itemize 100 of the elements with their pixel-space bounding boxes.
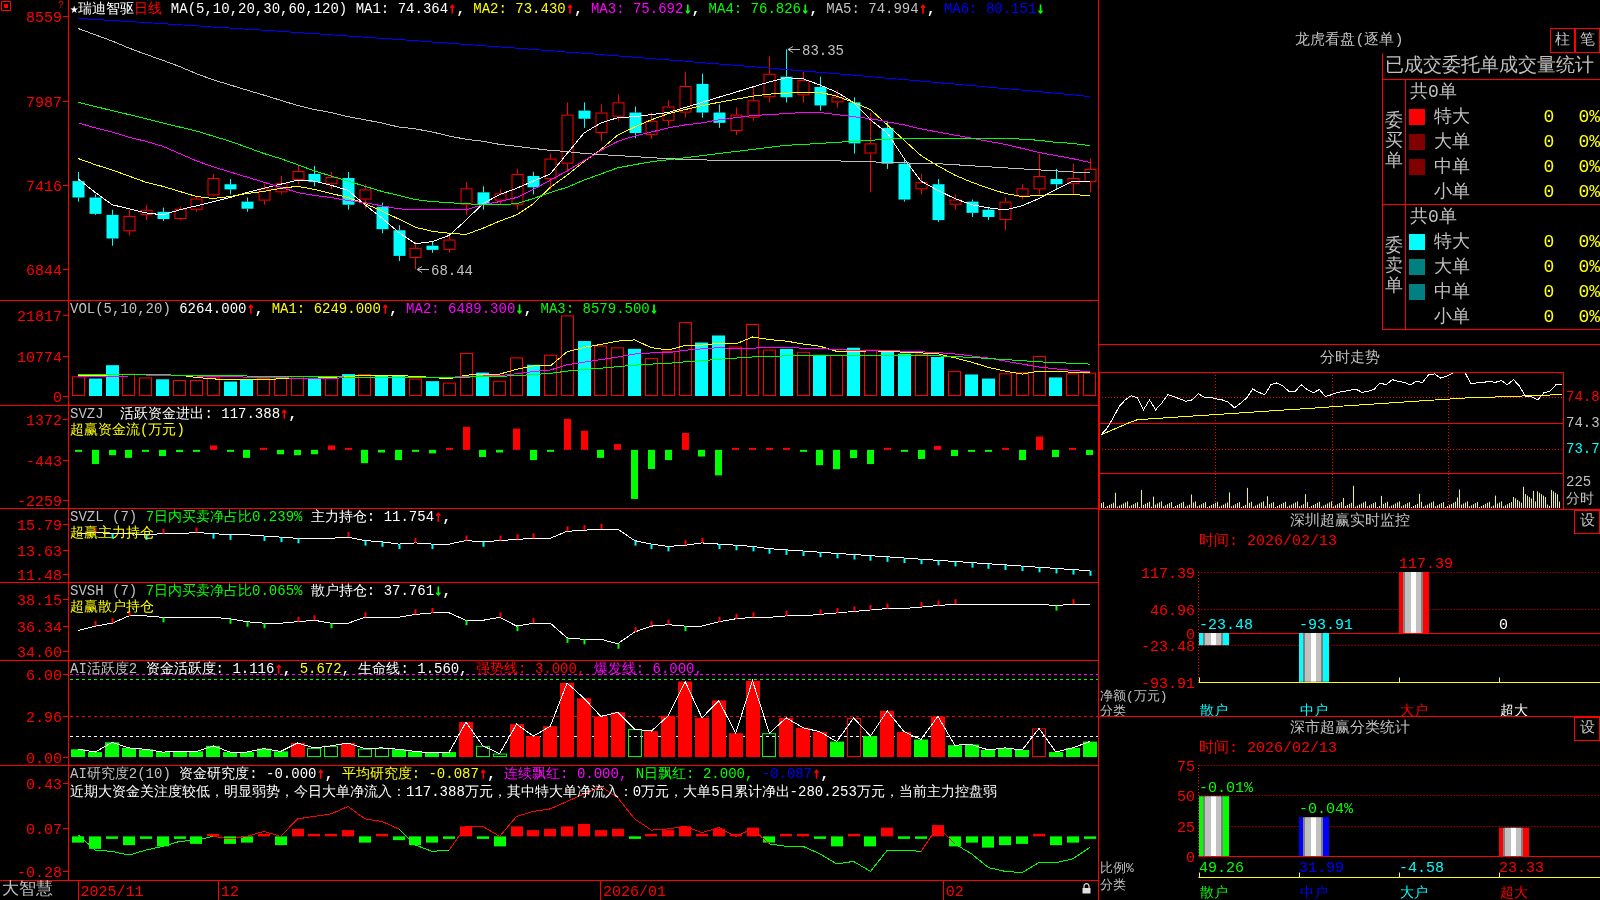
bar <box>729 346 742 396</box>
bar <box>142 449 149 452</box>
value-label: -23.48 <box>1199 617 1253 634</box>
candlestick <box>932 178 945 223</box>
bar <box>459 722 473 758</box>
bar <box>395 449 402 461</box>
axis-tick-label: 0.07 <box>26 821 62 839</box>
trend-arrow: ↑ <box>274 661 283 677</box>
bar <box>89 378 102 396</box>
mode-button[interactable]: 笔 <box>1575 28 1600 53</box>
bar <box>850 449 857 459</box>
axis-tick-label: 0 <box>53 389 62 405</box>
axis-tick-label: 10774 <box>17 349 62 367</box>
lock-icon[interactable] <box>1082 883 1091 894</box>
bar <box>106 836 118 839</box>
separator-text: , <box>691 1 702 17</box>
legend-text: 强势线: 3.000, <box>476 661 587 677</box>
settings-button[interactable]: 设 <box>1574 717 1600 741</box>
square-icon[interactable] <box>1 1 11 11</box>
bar <box>71 749 85 758</box>
legend-text: SVSH (7) <box>70 583 139 599</box>
separator-text: , <box>324 766 335 782</box>
legend-text: MA3: 75.692 <box>590 1 684 17</box>
bar <box>1066 373 1079 396</box>
bar <box>324 745 338 758</box>
bar <box>345 447 352 450</box>
candlestick <box>106 209 119 247</box>
order-size-label: 大单 <box>1434 131 1471 153</box>
candlestick <box>123 209 136 236</box>
trend-arrow: ↑ <box>812 766 821 782</box>
trend-arrow: ↑ <box>280 406 289 422</box>
legend-text: AI研究度2(10) <box>70 766 172 782</box>
timestamp-label: 时间: 2026/02/13 <box>1199 533 1338 550</box>
bar <box>224 381 237 396</box>
bar <box>89 836 101 849</box>
legend-text: , 生命线: 1.560, <box>341 661 469 677</box>
bar <box>897 731 911 758</box>
order-count: 0 <box>1542 131 1556 153</box>
bar <box>968 449 975 452</box>
bar <box>966 836 978 843</box>
axis-tick-label: -443 <box>26 453 62 471</box>
price-scale-label: 74.3 <box>1566 414 1600 433</box>
axis-tick-label: 25 <box>1177 819 1195 837</box>
axis-tick-label: 7987 <box>26 94 62 112</box>
order-size-label: 大单 <box>1434 256 1471 278</box>
help-mark[interactable]: ? <box>58 0 64 11</box>
bar <box>800 449 807 452</box>
bar <box>544 354 557 396</box>
bar <box>816 449 823 466</box>
value-label: 23.33 <box>1499 860 1544 877</box>
order-percent: 0% <box>1577 180 1600 203</box>
bar <box>746 323 759 396</box>
bar <box>611 347 624 396</box>
bar <box>715 449 722 476</box>
bar <box>547 449 554 452</box>
bar <box>460 352 473 396</box>
date-label: 02 <box>945 884 964 900</box>
bar <box>358 374 371 396</box>
arrow-icon <box>416 266 430 273</box>
bar <box>783 447 790 450</box>
bar <box>864 349 877 396</box>
separator-text: , <box>456 1 466 17</box>
bar <box>595 830 607 837</box>
date-label: 2025/11 <box>80 884 144 900</box>
bar <box>496 449 503 453</box>
bar <box>544 828 556 837</box>
bar <box>948 745 962 758</box>
settings-button[interactable]: 设 <box>1574 510 1600 534</box>
bar <box>762 733 776 758</box>
bar <box>207 377 220 396</box>
bar <box>361 449 368 464</box>
legend-text: 7日内买卖净占比0.065% <box>145 583 304 599</box>
axis-tick-label: 13.63 <box>17 543 62 561</box>
legend-text: 散户持仓: 37.761 <box>310 583 435 599</box>
axis-tick-label: 50 <box>1177 788 1195 806</box>
bar <box>1084 836 1096 839</box>
axis-title: 分类 <box>1100 878 1126 893</box>
bar <box>644 731 658 758</box>
order-size-label: 小单 <box>1434 180 1471 203</box>
trend-arrow: ↑ <box>434 509 443 525</box>
bar <box>949 836 961 847</box>
price-scale-label: 73.7 <box>1566 440 1600 459</box>
axis-tick-label: -2259 <box>17 493 62 508</box>
bar <box>614 444 621 450</box>
axis-tick-label: 2.96 <box>26 709 62 727</box>
mode-button[interactable]: 柱 <box>1550 28 1575 53</box>
axis-title: 比例% <box>1100 861 1134 876</box>
bar <box>425 752 439 758</box>
brand-label: 大智慧 <box>2 880 53 900</box>
candlestick <box>864 112 877 193</box>
bar <box>712 700 726 758</box>
bar <box>292 828 304 837</box>
bar <box>898 353 911 396</box>
axis-tick-label: 11.48 <box>17 567 62 582</box>
bar <box>109 449 116 456</box>
bar <box>260 447 267 450</box>
bar <box>311 449 318 455</box>
legend-text: 资金研究度: -0.000 <box>179 766 317 782</box>
axis-tick-label: 6.00 <box>26 667 62 685</box>
separator-text: , <box>574 1 584 17</box>
